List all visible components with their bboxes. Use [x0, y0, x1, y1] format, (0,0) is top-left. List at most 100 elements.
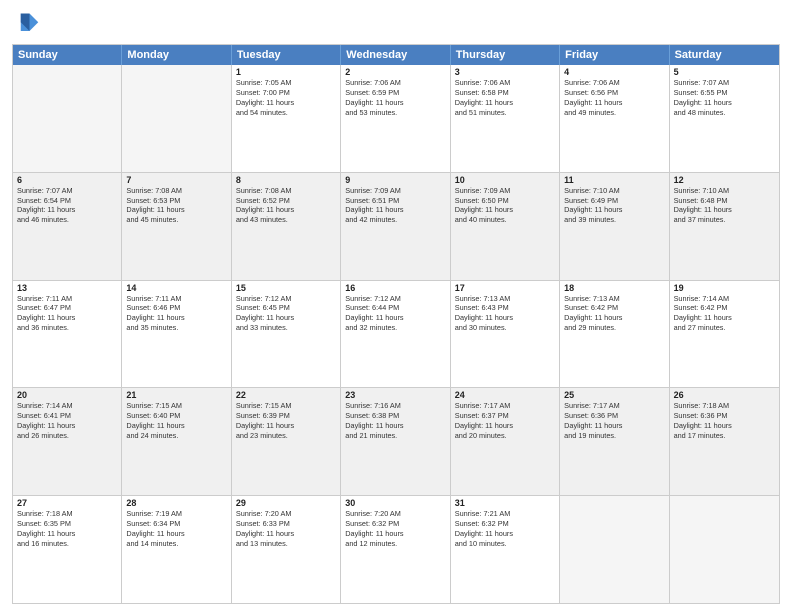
day-info: Sunrise: 7:13 AM Sunset: 6:42 PM Dayligh… — [564, 294, 664, 333]
day-number: 2 — [345, 67, 445, 77]
calendar-cell: 9Sunrise: 7:09 AM Sunset: 6:51 PM Daylig… — [341, 173, 450, 280]
calendar-cell — [122, 65, 231, 172]
weekday-header: Monday — [122, 45, 231, 65]
calendar-cell: 22Sunrise: 7:15 AM Sunset: 6:39 PM Dayli… — [232, 388, 341, 495]
day-info: Sunrise: 7:06 AM Sunset: 6:58 PM Dayligh… — [455, 78, 555, 117]
calendar-cell: 7Sunrise: 7:08 AM Sunset: 6:53 PM Daylig… — [122, 173, 231, 280]
weekday-header: Sunday — [13, 45, 122, 65]
header — [12, 10, 780, 38]
calendar-cell: 8Sunrise: 7:08 AM Sunset: 6:52 PM Daylig… — [232, 173, 341, 280]
calendar-row: 20Sunrise: 7:14 AM Sunset: 6:41 PM Dayli… — [13, 387, 779, 495]
day-number: 31 — [455, 498, 555, 508]
day-info: Sunrise: 7:17 AM Sunset: 6:37 PM Dayligh… — [455, 401, 555, 440]
calendar-cell: 2Sunrise: 7:06 AM Sunset: 6:59 PM Daylig… — [341, 65, 450, 172]
logo — [12, 10, 44, 38]
day-info: Sunrise: 7:10 AM Sunset: 6:48 PM Dayligh… — [674, 186, 775, 225]
day-number: 26 — [674, 390, 775, 400]
calendar-cell: 17Sunrise: 7:13 AM Sunset: 6:43 PM Dayli… — [451, 281, 560, 388]
day-number: 30 — [345, 498, 445, 508]
calendar-cell — [670, 496, 779, 603]
calendar-cell: 3Sunrise: 7:06 AM Sunset: 6:58 PM Daylig… — [451, 65, 560, 172]
calendar-row: 6Sunrise: 7:07 AM Sunset: 6:54 PM Daylig… — [13, 172, 779, 280]
day-number: 3 — [455, 67, 555, 77]
calendar-cell: 11Sunrise: 7:10 AM Sunset: 6:49 PM Dayli… — [560, 173, 669, 280]
day-info: Sunrise: 7:12 AM Sunset: 6:45 PM Dayligh… — [236, 294, 336, 333]
day-number: 11 — [564, 175, 664, 185]
calendar-row: 13Sunrise: 7:11 AM Sunset: 6:47 PM Dayli… — [13, 280, 779, 388]
calendar-cell: 20Sunrise: 7:14 AM Sunset: 6:41 PM Dayli… — [13, 388, 122, 495]
calendar-cell: 25Sunrise: 7:17 AM Sunset: 6:36 PM Dayli… — [560, 388, 669, 495]
calendar-cell: 21Sunrise: 7:15 AM Sunset: 6:40 PM Dayli… — [122, 388, 231, 495]
day-info: Sunrise: 7:15 AM Sunset: 6:40 PM Dayligh… — [126, 401, 226, 440]
calendar-cell: 12Sunrise: 7:10 AM Sunset: 6:48 PM Dayli… — [670, 173, 779, 280]
day-info: Sunrise: 7:18 AM Sunset: 6:36 PM Dayligh… — [674, 401, 775, 440]
day-number: 25 — [564, 390, 664, 400]
day-info: Sunrise: 7:16 AM Sunset: 6:38 PM Dayligh… — [345, 401, 445, 440]
weekday-header: Friday — [560, 45, 669, 65]
day-number: 13 — [17, 283, 117, 293]
day-info: Sunrise: 7:06 AM Sunset: 6:56 PM Dayligh… — [564, 78, 664, 117]
calendar-row: 27Sunrise: 7:18 AM Sunset: 6:35 PM Dayli… — [13, 495, 779, 603]
day-info: Sunrise: 7:14 AM Sunset: 6:41 PM Dayligh… — [17, 401, 117, 440]
calendar-cell — [13, 65, 122, 172]
weekday-header: Saturday — [670, 45, 779, 65]
calendar-cell: 23Sunrise: 7:16 AM Sunset: 6:38 PM Dayli… — [341, 388, 450, 495]
day-number: 9 — [345, 175, 445, 185]
calendar-cell: 27Sunrise: 7:18 AM Sunset: 6:35 PM Dayli… — [13, 496, 122, 603]
day-number: 27 — [17, 498, 117, 508]
page: SundayMondayTuesdayWednesdayThursdayFrid… — [0, 0, 792, 612]
day-info: Sunrise: 7:08 AM Sunset: 6:52 PM Dayligh… — [236, 186, 336, 225]
calendar-cell: 24Sunrise: 7:17 AM Sunset: 6:37 PM Dayli… — [451, 388, 560, 495]
day-info: Sunrise: 7:05 AM Sunset: 7:00 PM Dayligh… — [236, 78, 336, 117]
day-number: 15 — [236, 283, 336, 293]
day-number: 28 — [126, 498, 226, 508]
day-number: 19 — [674, 283, 775, 293]
weekday-header: Tuesday — [232, 45, 341, 65]
day-number: 23 — [345, 390, 445, 400]
day-number: 14 — [126, 283, 226, 293]
calendar-cell: 15Sunrise: 7:12 AM Sunset: 6:45 PM Dayli… — [232, 281, 341, 388]
calendar-body: 1Sunrise: 7:05 AM Sunset: 7:00 PM Daylig… — [13, 65, 779, 603]
calendar-cell: 16Sunrise: 7:12 AM Sunset: 6:44 PM Dayli… — [341, 281, 450, 388]
weekday-header: Wednesday — [341, 45, 450, 65]
calendar-cell: 28Sunrise: 7:19 AM Sunset: 6:34 PM Dayli… — [122, 496, 231, 603]
calendar-cell: 5Sunrise: 7:07 AM Sunset: 6:55 PM Daylig… — [670, 65, 779, 172]
logo-icon — [12, 10, 40, 38]
day-number: 6 — [17, 175, 117, 185]
calendar-header: SundayMondayTuesdayWednesdayThursdayFrid… — [13, 45, 779, 65]
calendar-cell: 10Sunrise: 7:09 AM Sunset: 6:50 PM Dayli… — [451, 173, 560, 280]
calendar-cell: 19Sunrise: 7:14 AM Sunset: 6:42 PM Dayli… — [670, 281, 779, 388]
day-info: Sunrise: 7:19 AM Sunset: 6:34 PM Dayligh… — [126, 509, 226, 548]
day-number: 7 — [126, 175, 226, 185]
day-number: 22 — [236, 390, 336, 400]
day-info: Sunrise: 7:11 AM Sunset: 6:46 PM Dayligh… — [126, 294, 226, 333]
day-info: Sunrise: 7:07 AM Sunset: 6:55 PM Dayligh… — [674, 78, 775, 117]
calendar-cell: 6Sunrise: 7:07 AM Sunset: 6:54 PM Daylig… — [13, 173, 122, 280]
day-number: 16 — [345, 283, 445, 293]
day-info: Sunrise: 7:06 AM Sunset: 6:59 PM Dayligh… — [345, 78, 445, 117]
day-number: 24 — [455, 390, 555, 400]
day-info: Sunrise: 7:12 AM Sunset: 6:44 PM Dayligh… — [345, 294, 445, 333]
day-info: Sunrise: 7:20 AM Sunset: 6:32 PM Dayligh… — [345, 509, 445, 548]
day-info: Sunrise: 7:17 AM Sunset: 6:36 PM Dayligh… — [564, 401, 664, 440]
day-info: Sunrise: 7:09 AM Sunset: 6:50 PM Dayligh… — [455, 186, 555, 225]
day-info: Sunrise: 7:13 AM Sunset: 6:43 PM Dayligh… — [455, 294, 555, 333]
calendar-cell: 30Sunrise: 7:20 AM Sunset: 6:32 PM Dayli… — [341, 496, 450, 603]
day-info: Sunrise: 7:18 AM Sunset: 6:35 PM Dayligh… — [17, 509, 117, 548]
day-number: 5 — [674, 67, 775, 77]
calendar-cell — [560, 496, 669, 603]
day-info: Sunrise: 7:20 AM Sunset: 6:33 PM Dayligh… — [236, 509, 336, 548]
day-number: 29 — [236, 498, 336, 508]
day-info: Sunrise: 7:09 AM Sunset: 6:51 PM Dayligh… — [345, 186, 445, 225]
day-number: 8 — [236, 175, 336, 185]
calendar-cell: 4Sunrise: 7:06 AM Sunset: 6:56 PM Daylig… — [560, 65, 669, 172]
day-info: Sunrise: 7:21 AM Sunset: 6:32 PM Dayligh… — [455, 509, 555, 548]
calendar-cell: 31Sunrise: 7:21 AM Sunset: 6:32 PM Dayli… — [451, 496, 560, 603]
calendar-cell: 14Sunrise: 7:11 AM Sunset: 6:46 PM Dayli… — [122, 281, 231, 388]
calendar-row: 1Sunrise: 7:05 AM Sunset: 7:00 PM Daylig… — [13, 65, 779, 172]
day-info: Sunrise: 7:15 AM Sunset: 6:39 PM Dayligh… — [236, 401, 336, 440]
day-number: 4 — [564, 67, 664, 77]
day-number: 18 — [564, 283, 664, 293]
day-info: Sunrise: 7:10 AM Sunset: 6:49 PM Dayligh… — [564, 186, 664, 225]
calendar-cell: 29Sunrise: 7:20 AM Sunset: 6:33 PM Dayli… — [232, 496, 341, 603]
